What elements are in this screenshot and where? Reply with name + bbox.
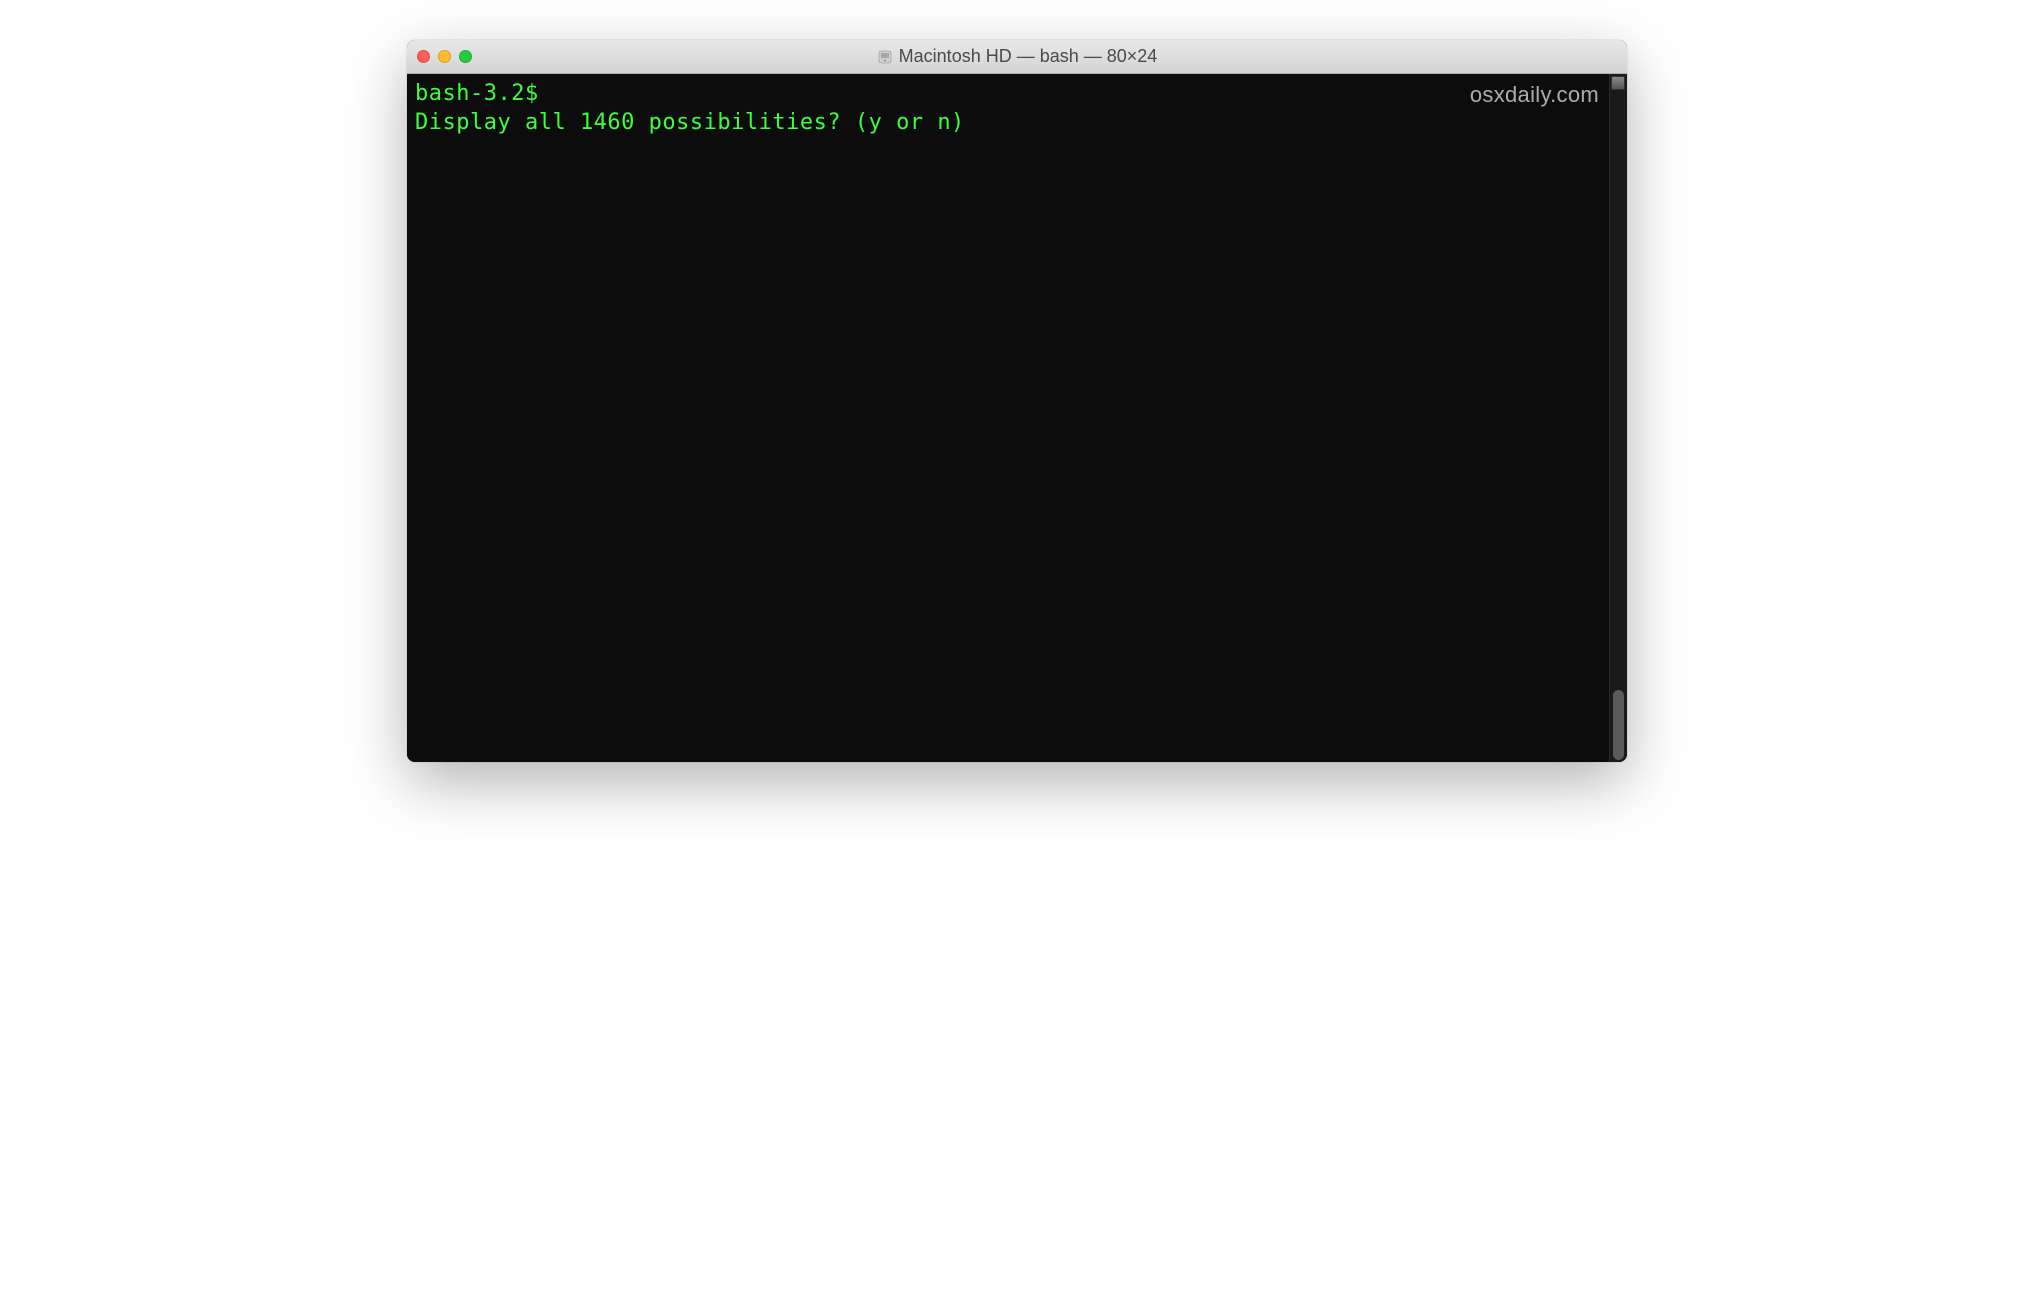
terminal-window: Macintosh HD — bash — 80×24 bash-3.2$ Di…: [407, 40, 1627, 762]
terminal-content[interactable]: bash-3.2$ Display all 1460 possibilities…: [407, 74, 1609, 762]
close-button[interactable]: [417, 50, 430, 63]
scrollbar-thumb[interactable]: [1613, 690, 1624, 760]
traffic-lights: [417, 50, 472, 63]
disk-icon: [877, 49, 893, 65]
scrollbar-top-indicator: [1611, 76, 1625, 90]
minimize-button[interactable]: [438, 50, 451, 63]
window-title: Macintosh HD — bash — 80×24: [899, 46, 1158, 67]
prompt-line: bash-3.2$: [415, 80, 1601, 109]
zoom-button[interactable]: [459, 50, 472, 63]
watermark-text: osxdaily.com: [1470, 82, 1599, 108]
window-titlebar[interactable]: Macintosh HD — bash — 80×24: [407, 40, 1627, 74]
scrollbar[interactable]: [1609, 74, 1627, 762]
terminal-body: bash-3.2$ Display all 1460 possibilities…: [407, 74, 1627, 762]
window-title-container: Macintosh HD — bash — 80×24: [407, 46, 1627, 67]
output-line: Display all 1460 possibilities? (y or n): [415, 109, 1601, 138]
